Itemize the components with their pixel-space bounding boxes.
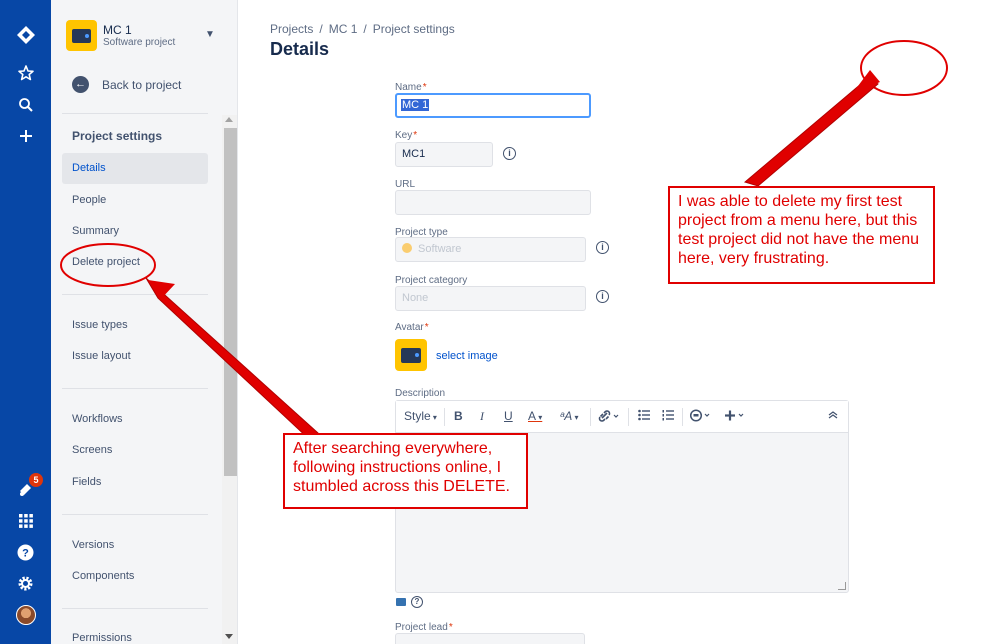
annotation-ellipse-delete — [60, 243, 156, 287]
annotation-callout-delete: After searching everywhere, following in… — [283, 433, 528, 509]
annotation-arrowhead — [148, 280, 175, 300]
annotation-arrow — [743, 77, 879, 187]
annotation-callout-menu: I was able to delete my first test proje… — [668, 186, 935, 284]
annotation-arrow — [145, 277, 319, 441]
app-root: 5 ? MC 1 Software project ▼ ← Back to pr… — [0, 0, 999, 644]
annotation-overlay — [60, 40, 948, 441]
